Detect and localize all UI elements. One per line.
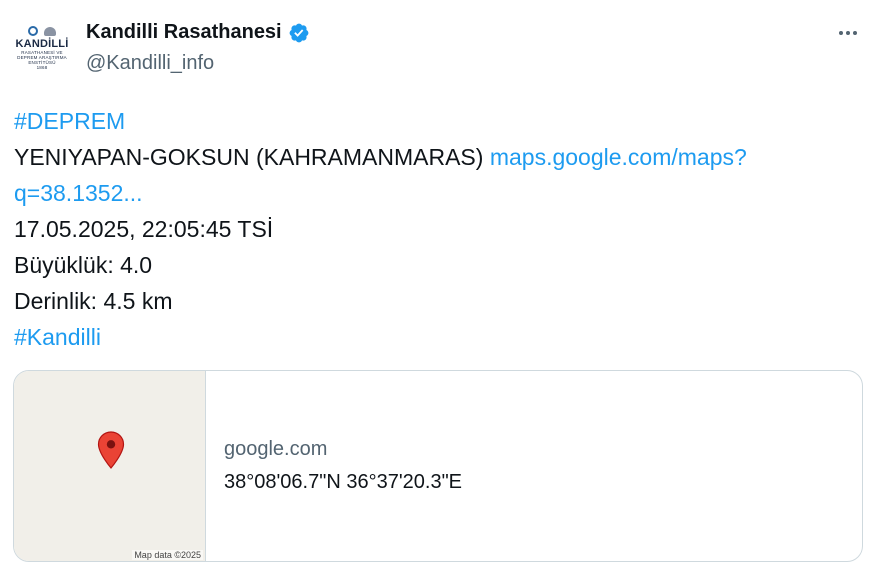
datetime-text: 17.05.2025, 22:05:45 TSİ (14, 216, 274, 242)
avatar-logo-sub: RASATHANESİ VE DEPREM ARAŞTIRMA ENSTİTÜS… (17, 50, 67, 70)
observatory-emblem-icon (28, 26, 38, 36)
card-domain: google.com (224, 438, 328, 460)
map-attribution: Map data ©2025 (132, 550, 203, 560)
verified-badge-icon[interactable] (288, 22, 310, 44)
more-dot (839, 31, 843, 35)
depth-text: Derinlik: 4.5 km (14, 288, 173, 314)
avatar-emblems (28, 25, 56, 37)
more-options-button[interactable] (832, 22, 864, 44)
more-dot (846, 31, 850, 35)
user-handle[interactable]: @Kandilli_info (86, 52, 214, 75)
maps-link-continued[interactable]: q=38.1352... (14, 180, 143, 206)
university-emblem-icon (44, 26, 56, 36)
card-title: 38°08'06.7"N 36°37'20.3"E (224, 471, 463, 493)
map-pin-icon (97, 431, 125, 469)
avatar[interactable]: KANDİLLİ RASATHANESİ VE DEPREM ARAŞTIRMA… (14, 20, 70, 76)
more-dot (853, 31, 857, 35)
location-text: YENIYAPAN-GOKSUN (KAHRAMANMARAS) (14, 144, 490, 170)
magnitude-text: Büyüklük: 4.0 (14, 252, 153, 278)
card-body[interactable]: google.com 38°08'06.7"N 36°37'20.3"E (206, 371, 462, 561)
hashtag-kandilli-link[interactable]: #Kandilli (14, 324, 101, 350)
hashtag-deprem-link[interactable]: #DEPREM (14, 108, 125, 134)
display-name[interactable]: Kandilli Rasathanesi (86, 21, 282, 44)
display-name-row[interactable]: Kandilli Rasathanesi (86, 21, 310, 44)
maps-link[interactable]: maps.google.com/maps? (490, 144, 747, 170)
avatar-logo-main: KANDİLLİ (15, 38, 69, 50)
map-thumbnail[interactable]: Map data ©2025 (14, 371, 206, 561)
link-preview-card[interactable]: Map data ©2025 google.com 38°08'06.7"N 3… (13, 370, 863, 562)
tweet-text: #DEPREM YENIYAPAN-GOKSUN (KAHRAMANMARAS)… (14, 103, 844, 355)
